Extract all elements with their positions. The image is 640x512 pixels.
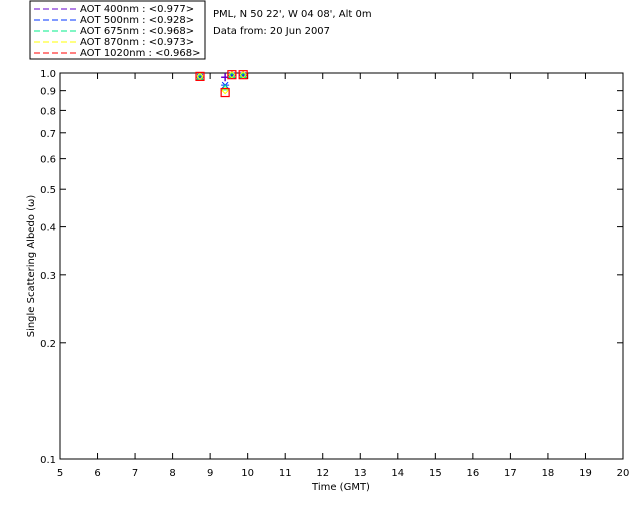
date-label: Data from: 20 Jun 2007: [213, 26, 330, 37]
x-tick-label: 17: [504, 468, 517, 479]
y-tick-label: 0.5: [40, 185, 56, 196]
data-points: [195, 70, 248, 98]
x-tick-label: 11: [279, 468, 292, 479]
x-tick-label: 12: [316, 468, 329, 479]
y-axis-label: Single Scattering Albedo (ω): [26, 195, 37, 338]
y-tick-label: 0.8: [40, 106, 56, 117]
y-tick-label: 0.1: [40, 455, 56, 466]
x-tick-label: 10: [241, 468, 254, 479]
y-tick-label: 0.9: [40, 87, 56, 98]
chart: AOT 400nm : <0.977>AOT 500nm : <0.928>AO…: [26, 0, 629, 493]
y-tick-label: 0.4: [40, 223, 56, 234]
x-tick-label: 7: [132, 468, 138, 479]
axes: 5 6 7 8 9 10 11 12 13 14 15 16 17 18 19 20 0.1 0.2 0.3 0.4 0…: [40, 69, 629, 479]
plot-area: [59, 72, 624, 460]
x-tick-label: 6: [94, 468, 100, 479]
legend-entry: AOT 500nm : <0.928>: [80, 15, 194, 26]
x-tick-label: 18: [542, 468, 555, 479]
y-tick-label: 0.2: [40, 339, 56, 350]
x-tick-label: 8: [169, 468, 175, 479]
x-tick-label: 13: [354, 468, 367, 479]
x-tick-label: 15: [429, 468, 442, 479]
y-tick-label: 0.3: [40, 271, 56, 282]
x-tick-label: 9: [207, 468, 213, 479]
location-label: PML, N 50 22', W 04 08', Alt 0m: [213, 9, 372, 20]
legend-entry: AOT 400nm : <0.977>: [80, 4, 194, 15]
x-axis-label: Time (GMT): [311, 482, 370, 493]
x-tick-label: 14: [391, 468, 404, 479]
x-tick-label: 20: [617, 468, 630, 479]
legend-entry: AOT 675nm : <0.968>: [80, 26, 194, 37]
y-tick-label: 0.7: [40, 129, 56, 140]
legend-entry: AOT 1020nm : <0.968>: [80, 48, 200, 59]
y-tick-label: 0.6: [40, 155, 56, 166]
x-tick-label: 16: [466, 468, 479, 479]
y-tick-label: 1.0: [40, 69, 56, 80]
legend-entry: AOT 870nm : <0.973>: [80, 37, 194, 48]
x-tick-label: 5: [57, 468, 63, 479]
x-tick-label: 19: [579, 468, 592, 479]
